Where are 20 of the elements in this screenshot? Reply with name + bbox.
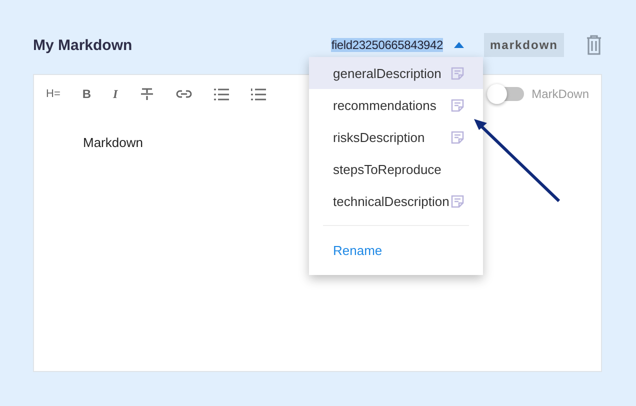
- menu-item[interactable]: generalDescription: [309, 57, 483, 89]
- menu-item[interactable]: recommendations: [309, 89, 483, 121]
- mode-label: MarkDown: [532, 87, 589, 101]
- field-select[interactable]: field23250665843942: [331, 32, 467, 58]
- numbered-list-icon[interactable]: [250, 88, 266, 100]
- bullet-list-icon[interactable]: [214, 88, 229, 100]
- mode-switch[interactable]: [490, 87, 524, 101]
- bold-tool[interactable]: B: [82, 87, 92, 101]
- menu-item[interactable]: stepsToReproduce: [309, 153, 483, 185]
- link-icon[interactable]: [176, 89, 192, 99]
- type-badge: markdown: [484, 33, 564, 57]
- rename-link[interactable]: Rename: [309, 234, 402, 266]
- section-title: My Markdown: [33, 36, 134, 54]
- menu-item[interactable]: risksDescription: [309, 121, 483, 153]
- trash-icon[interactable]: [586, 35, 602, 55]
- italic-tool[interactable]: I: [113, 86, 118, 102]
- heading-tool[interactable]: H=: [46, 88, 60, 100]
- menu-item[interactable]: technicalDescription: [309, 185, 483, 217]
- strikethrough-icon[interactable]: [140, 87, 154, 101]
- editor-text[interactable]: Markdown: [83, 135, 143, 150]
